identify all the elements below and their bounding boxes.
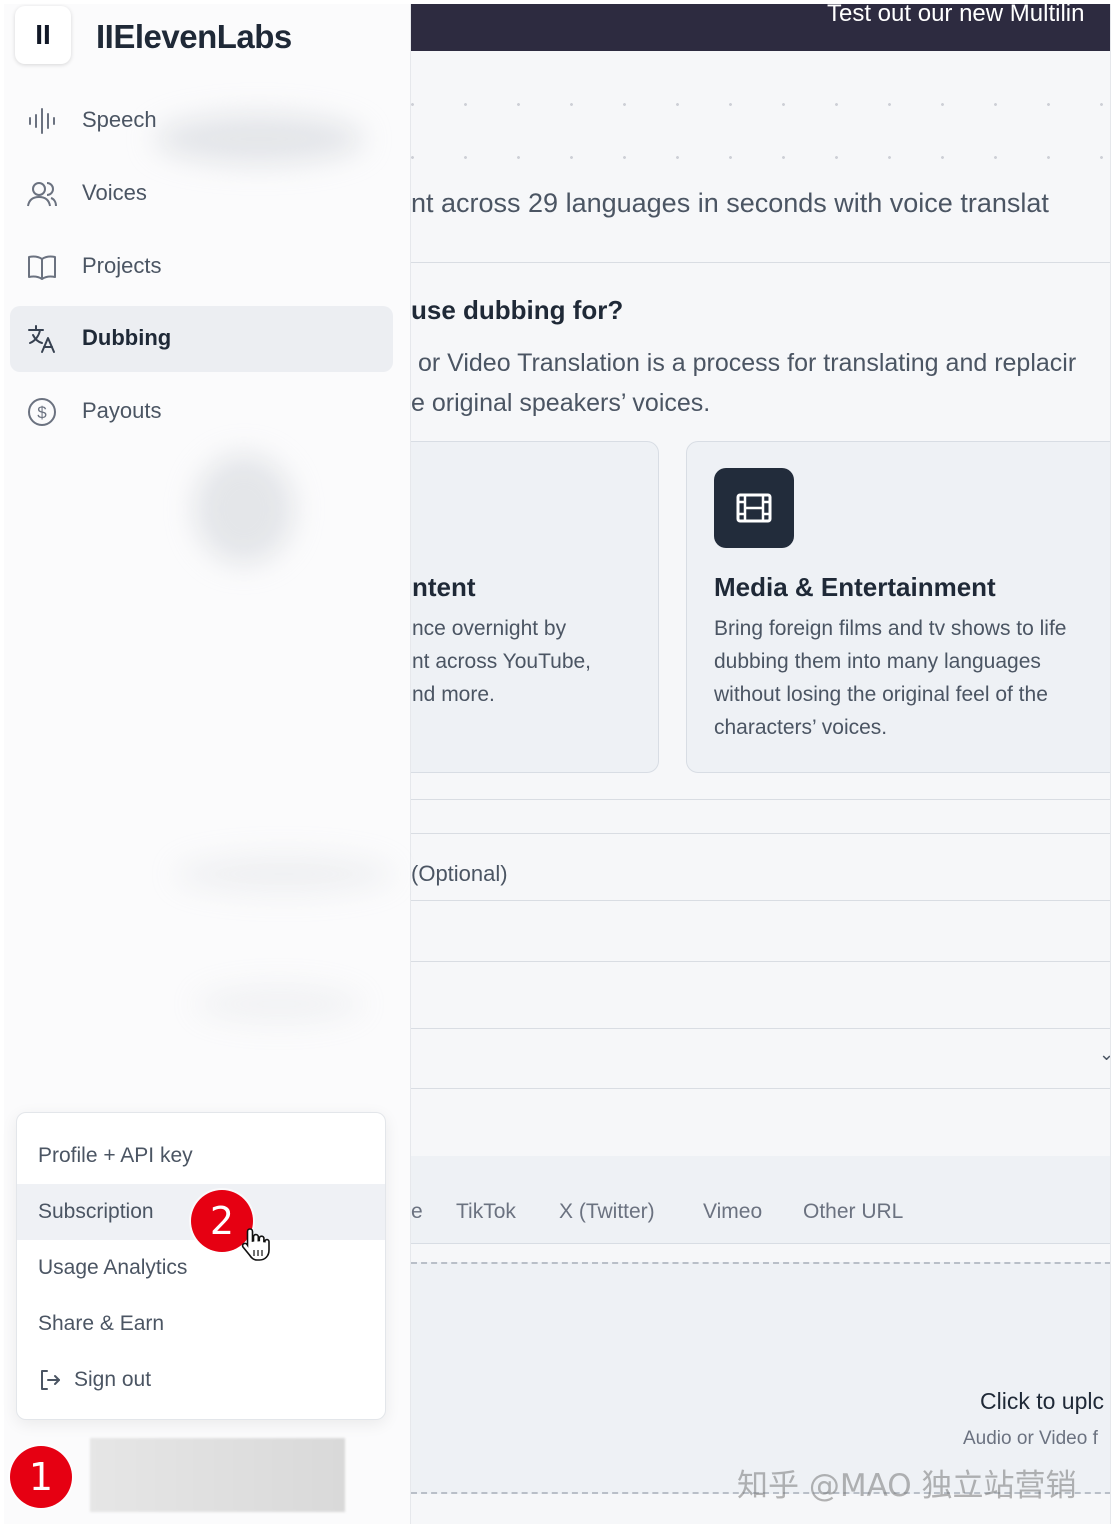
upload-title[interactable]: Click to uplc (980, 1388, 1104, 1415)
dot-pattern (411, 74, 1110, 164)
sidebar-item-label: Dubbing (82, 325, 172, 350)
sidebar-item-projects[interactable]: Projects (10, 234, 393, 300)
card-body-line: nd more. (412, 683, 495, 706)
input-border (411, 961, 1110, 962)
sidebar-item-label: Payouts (82, 398, 162, 423)
menu-item-usage-analytics[interactable]: Usage Analytics (17, 1240, 385, 1296)
menu-item-label: Sign out (74, 1368, 152, 1391)
annotation-marker-1: 1 (10, 1446, 72, 1508)
card-body: nce overnight by nt across YouTube, nd m… (412, 612, 591, 711)
users-icon (27, 182, 57, 207)
translate-icon (28, 325, 55, 353)
film-icon (714, 468, 794, 548)
brand-logo: IIElevenLabs (96, 18, 292, 55)
use-case-card-media[interactable]: Media & Entertainment Bring foreign film… (686, 441, 1110, 773)
main-content: Test out our new Multilin nt across 29 l… (411, 4, 1111, 1524)
book-icon (28, 255, 56, 280)
tab-other-url[interactable]: Other URL (803, 1200, 903, 1224)
tab-source[interactable]: e (411, 1200, 423, 1224)
card-title: ntent (412, 572, 476, 602)
sidebar-item-dubbing[interactable]: Dubbing (10, 306, 393, 372)
banner-text[interactable]: Test out our new Multilin (827, 4, 1084, 28)
sidebar-item-speech[interactable]: Speech (10, 88, 393, 154)
tab-vimeo[interactable]: Vimeo (703, 1200, 762, 1224)
blurred-content (174, 854, 394, 894)
use-case-card-content[interactable]: ntent nce overnight by nt across YouTube… (411, 441, 659, 773)
optional-field-label: (Optional) (411, 861, 508, 886)
blurred-content (194, 984, 364, 1024)
dollar-circle-icon: $ (28, 398, 56, 426)
intro-text: nt across 29 languages in seconds with v… (411, 188, 1049, 218)
menu-item-label: Profile + API key (38, 1144, 193, 1167)
card-body-line: nce overnight by (412, 617, 567, 640)
announcement-banner[interactable]: Test out our new Multilin (411, 4, 1110, 51)
section-description-line: e original speakers’ voices. (411, 389, 711, 417)
menu-item-sign-out[interactable]: Sign out (17, 1352, 385, 1408)
menu-item-profile[interactable]: Profile + API key (17, 1128, 385, 1184)
menu-item-share-earn[interactable]: Share & Earn (17, 1296, 385, 1352)
card-body-line: nt across YouTube, (412, 650, 592, 673)
sign-out-icon (41, 1370, 60, 1390)
upload-subtitle: Audio or Video f (963, 1428, 1098, 1449)
sidebar-item-payouts[interactable]: $ Payouts (10, 379, 393, 445)
language-select[interactable] (411, 1029, 1110, 1088)
account-button[interactable] (90, 1438, 345, 1512)
blurred-content (194, 454, 294, 564)
select-border (411, 1088, 1110, 1089)
tab-x-twitter[interactable]: X (Twitter) (559, 1200, 655, 1224)
menu-item-label: Share & Earn (38, 1312, 165, 1335)
hand-cursor-icon (241, 1228, 270, 1261)
section-description: or Video Translation is a process for tr… (411, 343, 1076, 423)
divider (411, 833, 1110, 834)
card-body-line: characters’ voices. (714, 716, 888, 739)
sidebar-item-voices[interactable]: Voices (10, 161, 393, 227)
card-title: Media & Entertainment (714, 572, 996, 602)
svg-text:$: $ (37, 403, 47, 422)
divider (411, 799, 1110, 800)
text-input[interactable] (411, 901, 1110, 961)
sidebar-item-label: Voices (82, 180, 147, 205)
sidebar-toggle-button[interactable]: II (15, 6, 71, 64)
sidebar-item-label: Projects (82, 253, 162, 278)
tab-tiktok[interactable]: TikTok (456, 1200, 516, 1224)
card-body: Bring foreign films and tv shows to life… (714, 612, 1067, 744)
card-body-line: dubbing them into many languages (714, 650, 1041, 673)
account-menu: Profile + API key Subscription Usage Ana… (16, 1112, 386, 1420)
section-description-line: or Video Translation is a process for tr… (411, 349, 1077, 377)
card-body-line: Bring foreign films and tv shows to life (714, 617, 1067, 640)
section-title: use dubbing for? (411, 295, 624, 325)
watermark: 知乎 @MAO 独立站营销 (737, 1468, 1077, 1504)
menu-item-label: Usage Analytics (38, 1256, 188, 1279)
card-body-line: without losing the original feel of the (714, 683, 1048, 706)
divider (411, 262, 1110, 263)
waveform-icon (29, 108, 55, 134)
chevron-down-icon: ⌄ (1099, 1044, 1110, 1065)
menu-item-label: Subscription (38, 1200, 154, 1223)
sidebar-item-label: Speech (82, 107, 157, 132)
sidebar: II IIElevenLabs Speech Voices Projects D… (4, 4, 411, 1524)
